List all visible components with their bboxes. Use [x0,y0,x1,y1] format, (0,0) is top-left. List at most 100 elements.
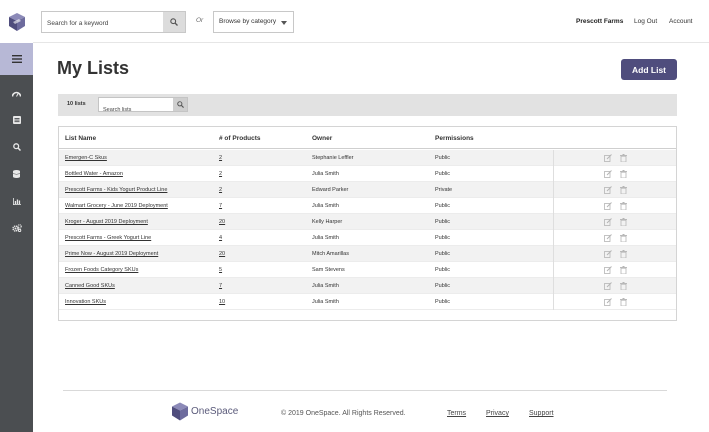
permission-value: Public [435,299,450,305]
logout-link[interactable]: Log Out [634,18,657,25]
browse-category-label: Browse by category [219,18,277,25]
column-divider [553,182,554,198]
edit-icon[interactable] [604,266,612,274]
edit-icon[interactable] [604,282,612,290]
product-count-link[interactable]: 4 [219,235,222,241]
list-name-link[interactable]: Kroger - August 2019 Deployment [65,219,148,225]
list-name-link[interactable]: Frozen Foods Category SKUs [65,267,138,273]
list-icon [12,116,21,124]
list-name-link[interactable]: Emergen-C Skus [65,155,107,161]
table-row: Innovation SKUs 10 Julia Smith Public [59,294,676,310]
permission-value: Public [435,171,450,177]
add-list-button[interactable]: Add List [621,59,677,80]
permission-value: Public [435,219,450,225]
table-row: Walmart Grocery - June 2019 Deployment 7 J… [59,198,676,214]
column-divider [553,278,554,294]
owner-name: Julia Smith [312,299,339,305]
lists-table: List Name # of Products Owner Permission… [58,126,677,321]
sidebar-item-settings[interactable] [0,218,33,238]
table-row: Bottled Water - Amazon 2 Julia Smith Public [59,166,676,182]
column-divider [553,198,554,214]
account-name-link[interactable]: Prescott Farms [576,18,623,25]
list-name-link[interactable]: Innovation SKUs [65,299,106,305]
sidebar-item-search[interactable] [0,137,33,157]
search-icon [12,143,21,151]
column-header-products[interactable]: # of Products [219,135,261,142]
list-toolbar: 10 lists [58,94,677,117]
table-row: Canned Good SKUs 7 Julia Smith Public [59,278,676,294]
delete-icon[interactable] [619,218,627,226]
top-header: Or Browse by category Prescott Farms Log… [33,0,709,43]
permission-value: Public [435,235,450,241]
column-header-permissions[interactable]: Permissions [435,135,474,142]
permission-value: Public [435,267,450,273]
edit-icon[interactable] [604,234,612,242]
sidebar-item-reports[interactable] [0,191,33,211]
sidebar-item-database[interactable] [0,164,33,184]
app-logo[interactable] [0,0,33,43]
footer-privacy-link[interactable]: Privacy [486,410,509,417]
product-count-link[interactable]: 2 [219,171,222,177]
delete-icon[interactable] [619,170,627,178]
onespace-logo-icon [172,402,188,421]
edit-icon[interactable] [604,218,612,226]
product-count-link[interactable]: 5 [219,267,222,273]
product-count-link[interactable]: 7 [219,283,222,289]
product-count-link[interactable]: 10 [219,299,225,305]
delete-icon[interactable] [619,202,627,210]
product-count-link[interactable]: 20 [219,219,225,225]
table-header: List Name # of Products Owner Permission… [59,127,676,149]
chevron-down-icon [281,21,287,25]
delete-icon[interactable] [619,154,627,162]
column-header-list-name[interactable]: List Name [65,135,96,142]
owner-name: Julia Smith [312,203,339,209]
column-header-owner[interactable]: Owner [312,135,332,142]
table-row: Prescott Farms - Kids Yogurt Product Lin… [59,182,676,198]
delete-icon[interactable] [619,282,627,290]
list-name-link[interactable]: Prime Now - August 2019 Deployment [65,251,158,257]
column-divider [553,214,554,230]
footer-support-link[interactable]: Support [529,410,554,417]
menu-toggle-button[interactable] [0,43,33,75]
sidebar-item-lists[interactable] [0,110,33,130]
delete-icon[interactable] [619,250,627,258]
sidebar-item-dashboard[interactable] [0,83,33,103]
delete-icon[interactable] [619,186,627,194]
list-name-link[interactable]: Prescott Farms - Greek Yogurt Line [65,235,151,241]
list-count-label: 10 lists [67,101,86,107]
list-name-link[interactable]: Prescott Farms - Kids Yogurt Product Lin… [65,187,167,193]
dashboard-gauge-icon [12,91,21,97]
menu-icon [11,55,22,63]
owner-name: Kelly Harper [312,219,343,225]
column-divider [553,246,554,262]
account-link[interactable]: Account [669,18,693,25]
database-icon [13,170,20,178]
owner-name: Edward Parker [312,187,349,193]
delete-icon[interactable] [619,298,627,306]
edit-icon[interactable] [604,202,612,210]
permission-value: Public [435,203,450,209]
product-count-link[interactable]: 2 [219,187,222,193]
product-count-link[interactable]: 20 [219,251,225,257]
edit-icon[interactable] [604,186,612,194]
list-search-button[interactable] [173,98,187,111]
delete-icon[interactable] [619,234,627,242]
edit-icon[interactable] [604,154,612,162]
list-name-link[interactable]: Walmart Grocery - June 2019 Deployment [65,203,168,209]
keyword-search-button[interactable] [163,12,185,32]
edit-icon[interactable] [604,250,612,258]
browse-category-dropdown[interactable]: Browse by category [213,11,294,33]
keyword-search-input[interactable] [42,13,162,34]
owner-name: Mitch Amarillas [312,251,349,257]
list-name-link[interactable]: Bottled Water - Amazon [65,171,123,177]
edit-icon[interactable] [604,170,612,178]
list-search-input[interactable] [99,103,173,117]
product-count-link[interactable]: 2 [219,155,222,161]
product-count-link[interactable]: 7 [219,203,222,209]
footer-terms-link[interactable]: Terms [447,410,466,417]
delete-icon[interactable] [619,266,627,274]
column-divider [553,150,554,166]
edit-icon[interactable] [604,298,612,306]
search-icon [176,101,184,108]
list-name-link[interactable]: Canned Good SKUs [65,283,115,289]
